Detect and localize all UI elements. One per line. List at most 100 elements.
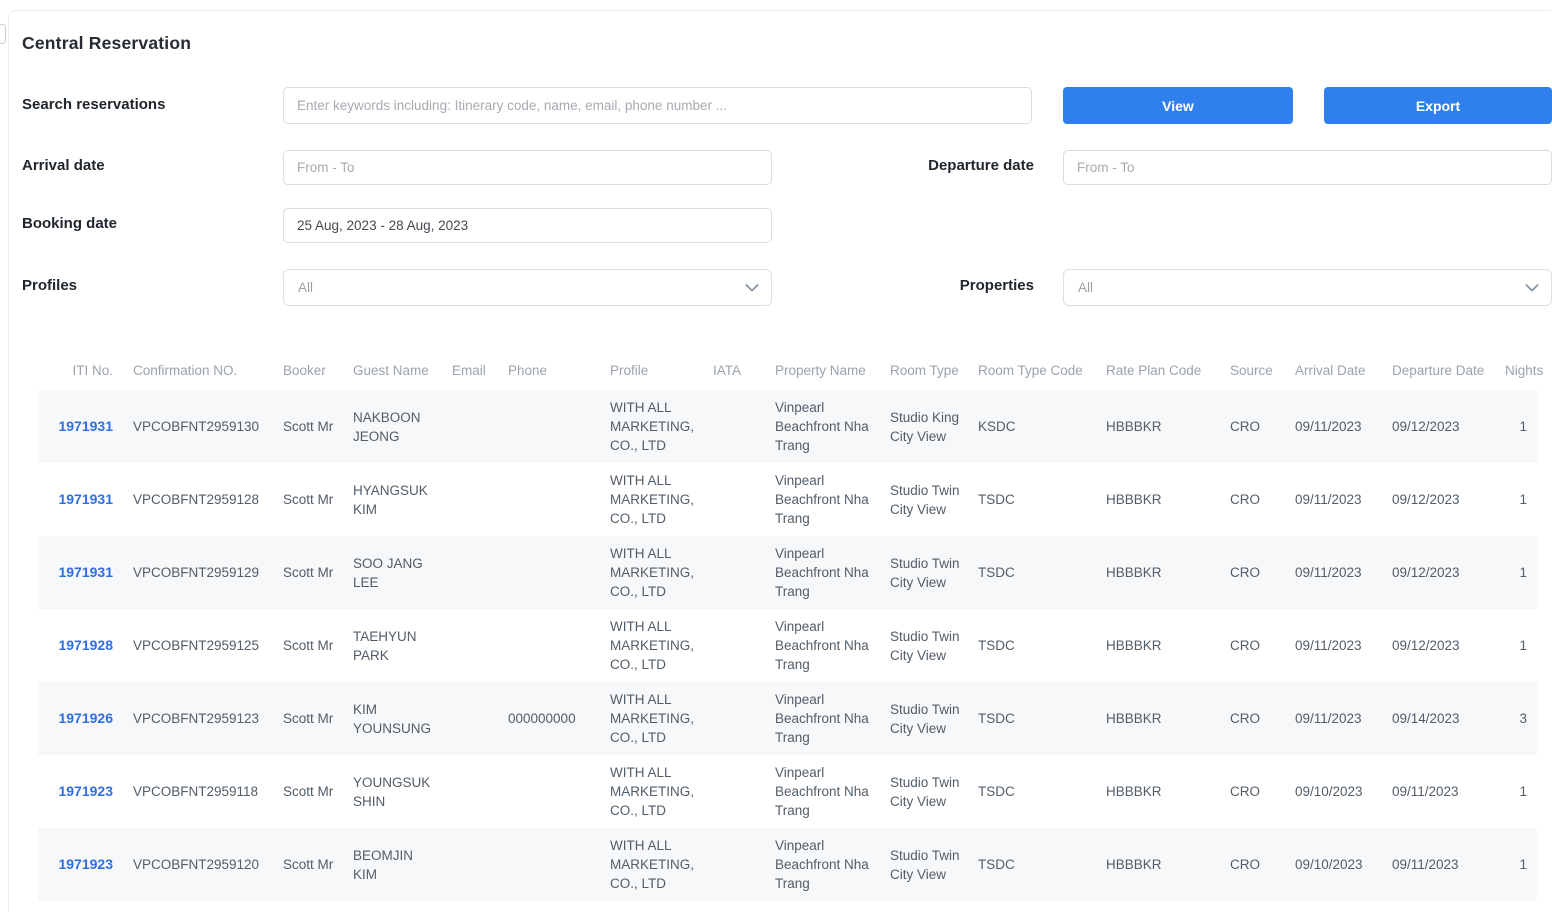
cell-iata [703, 390, 765, 463]
cell-confirmation [123, 901, 273, 913]
cell-iti [38, 901, 123, 913]
booking-date-label: Booking date [22, 215, 117, 232]
cell-iata [703, 828, 765, 901]
col-header-iata: IATA [703, 350, 765, 390]
cell-guest: TAEHYUN PARK [343, 609, 442, 682]
cell-booker: Scott Mr [273, 609, 343, 682]
cell-rate_plan_code: HBBBKR [1096, 682, 1220, 755]
profiles-select-value: All [298, 280, 747, 295]
cell-property: Vinpearl Beachfront Nha Trang [765, 755, 880, 828]
cell-room_type: Studio King City View [880, 390, 968, 463]
cell-departure: 09/12/2023 [1382, 536, 1495, 609]
cell-room_type: Studio Twin City View [880, 682, 968, 755]
search-input[interactable] [283, 87, 1032, 124]
profiles-select[interactable]: All [283, 269, 772, 306]
arrival-date-input[interactable] [283, 150, 772, 185]
cell-booker: Scott Mr [273, 755, 343, 828]
cell-phone [498, 828, 600, 901]
iti-link[interactable]: 1971926 [58, 710, 113, 726]
booking-date-input[interactable] [283, 208, 772, 243]
cell-source: CRO [1220, 755, 1285, 828]
cell-guest: KIM YOUNSUNG [343, 682, 442, 755]
col-header-guest: Guest Name [343, 350, 442, 390]
cell-departure [1382, 901, 1495, 913]
cell-iata [703, 901, 765, 913]
cell-email [442, 390, 498, 463]
cell-email [442, 609, 498, 682]
col-header-room_type: Room Type [880, 350, 968, 390]
cell-profile: WITH ALL MARKETING, CO., LTD [600, 609, 703, 682]
cell-departure: 09/12/2023 [1382, 609, 1495, 682]
cell-source: CRO [1220, 463, 1285, 536]
cell-room_type_code: TSDC [968, 536, 1096, 609]
cell-profile: WITH ALL MARKETING, CO., LTD [600, 390, 703, 463]
cell-room_type_code: TSDC [968, 828, 1096, 901]
view-button[interactable]: View [1063, 87, 1293, 124]
col-header-room_type_code: Room Type Code [968, 350, 1096, 390]
cell-confirmation: VPCOBFNT2959123 [123, 682, 273, 755]
col-header-nights: Nights [1495, 350, 1537, 390]
cell-phone [498, 609, 600, 682]
table-row: WITH ALL MARKETING, CO., LTDVinpearl Bea… [38, 901, 1537, 913]
col-header-email: Email [442, 350, 498, 390]
sidebar-handle[interactable] [0, 24, 6, 44]
cell-profile: WITH ALL MARKETING, CO., LTD [600, 755, 703, 828]
cell-nights: 3 [1495, 682, 1537, 755]
iti-link[interactable]: 1971931 [58, 418, 113, 434]
iti-link[interactable]: 1971928 [58, 637, 113, 653]
cell-confirmation: VPCOBFNT2959129 [123, 536, 273, 609]
col-header-source: Source [1220, 350, 1285, 390]
cell-property: Vinpearl Beachfront Nha Trang [765, 463, 880, 536]
cell-departure: 09/11/2023 [1382, 828, 1495, 901]
cell-profile: WITH ALL MARKETING, CO., LTD [600, 463, 703, 536]
cell-phone [498, 463, 600, 536]
cell-phone: 000000000 [498, 682, 600, 755]
cell-arrival: 09/11/2023 [1285, 609, 1382, 682]
col-header-iti: ITI No. [38, 350, 123, 390]
cell-nights: 1 [1495, 463, 1537, 536]
cell-room_type_code [968, 901, 1096, 913]
cell-iti: 1971931 [38, 390, 123, 463]
cell-room_type_code: KSDC [968, 390, 1096, 463]
properties-select[interactable]: All [1063, 269, 1552, 306]
cell-iti: 1971923 [38, 828, 123, 901]
cell-source: CRO [1220, 536, 1285, 609]
cell-phone [498, 536, 600, 609]
export-button[interactable]: Export [1324, 87, 1552, 124]
cell-property: Vinpearl Beachfront Nha Trang [765, 609, 880, 682]
reservations-table: ITI No.Confirmation NO.BookerGuest NameE… [38, 350, 1537, 913]
cell-departure: 09/14/2023 [1382, 682, 1495, 755]
cell-confirmation: VPCOBFNT2959120 [123, 828, 273, 901]
chevron-down-icon [1525, 278, 1539, 292]
cell-email [442, 755, 498, 828]
col-header-arrival: Arrival Date [1285, 350, 1382, 390]
departure-date-input[interactable] [1063, 150, 1552, 185]
cell-arrival: 09/10/2023 [1285, 755, 1382, 828]
profiles-label: Profiles [22, 277, 77, 294]
cell-rate_plan_code: HBBBKR [1096, 828, 1220, 901]
cell-iata [703, 682, 765, 755]
iti-link[interactable]: 1971931 [58, 491, 113, 507]
col-header-profile: Profile [600, 350, 703, 390]
page-title: Central Reservation [22, 33, 191, 54]
cell-room_type: Studio Twin City View [880, 463, 968, 536]
departure-date-label: Departure date [734, 157, 1034, 174]
cell-arrival [1285, 901, 1382, 913]
cell-property: Vinpearl Beachfront Nha Trang [765, 536, 880, 609]
cell-iti: 1971926 [38, 682, 123, 755]
cell-confirmation: VPCOBFNT2959130 [123, 390, 273, 463]
iti-link[interactable]: 1971923 [58, 856, 113, 872]
iti-link[interactable]: 1971931 [58, 564, 113, 580]
cell-source: CRO [1220, 682, 1285, 755]
iti-link[interactable]: 1971923 [58, 783, 113, 799]
table-row: 1971931VPCOBFNT2959128Scott MrHYANGSUK K… [38, 463, 1537, 536]
cell-profile: WITH ALL MARKETING, CO., LTD [600, 536, 703, 609]
cell-profile: WITH ALL MARKETING, CO., LTD [600, 828, 703, 901]
cell-profile: WITH ALL MARKETING, CO., LTD [600, 901, 703, 913]
cell-departure: 09/12/2023 [1382, 390, 1495, 463]
cell-iti: 1971931 [38, 536, 123, 609]
col-header-booker: Booker [273, 350, 343, 390]
cell-source: CRO [1220, 390, 1285, 463]
cell-arrival: 09/11/2023 [1285, 536, 1382, 609]
cell-guest: HYANGSUK KIM [343, 463, 442, 536]
